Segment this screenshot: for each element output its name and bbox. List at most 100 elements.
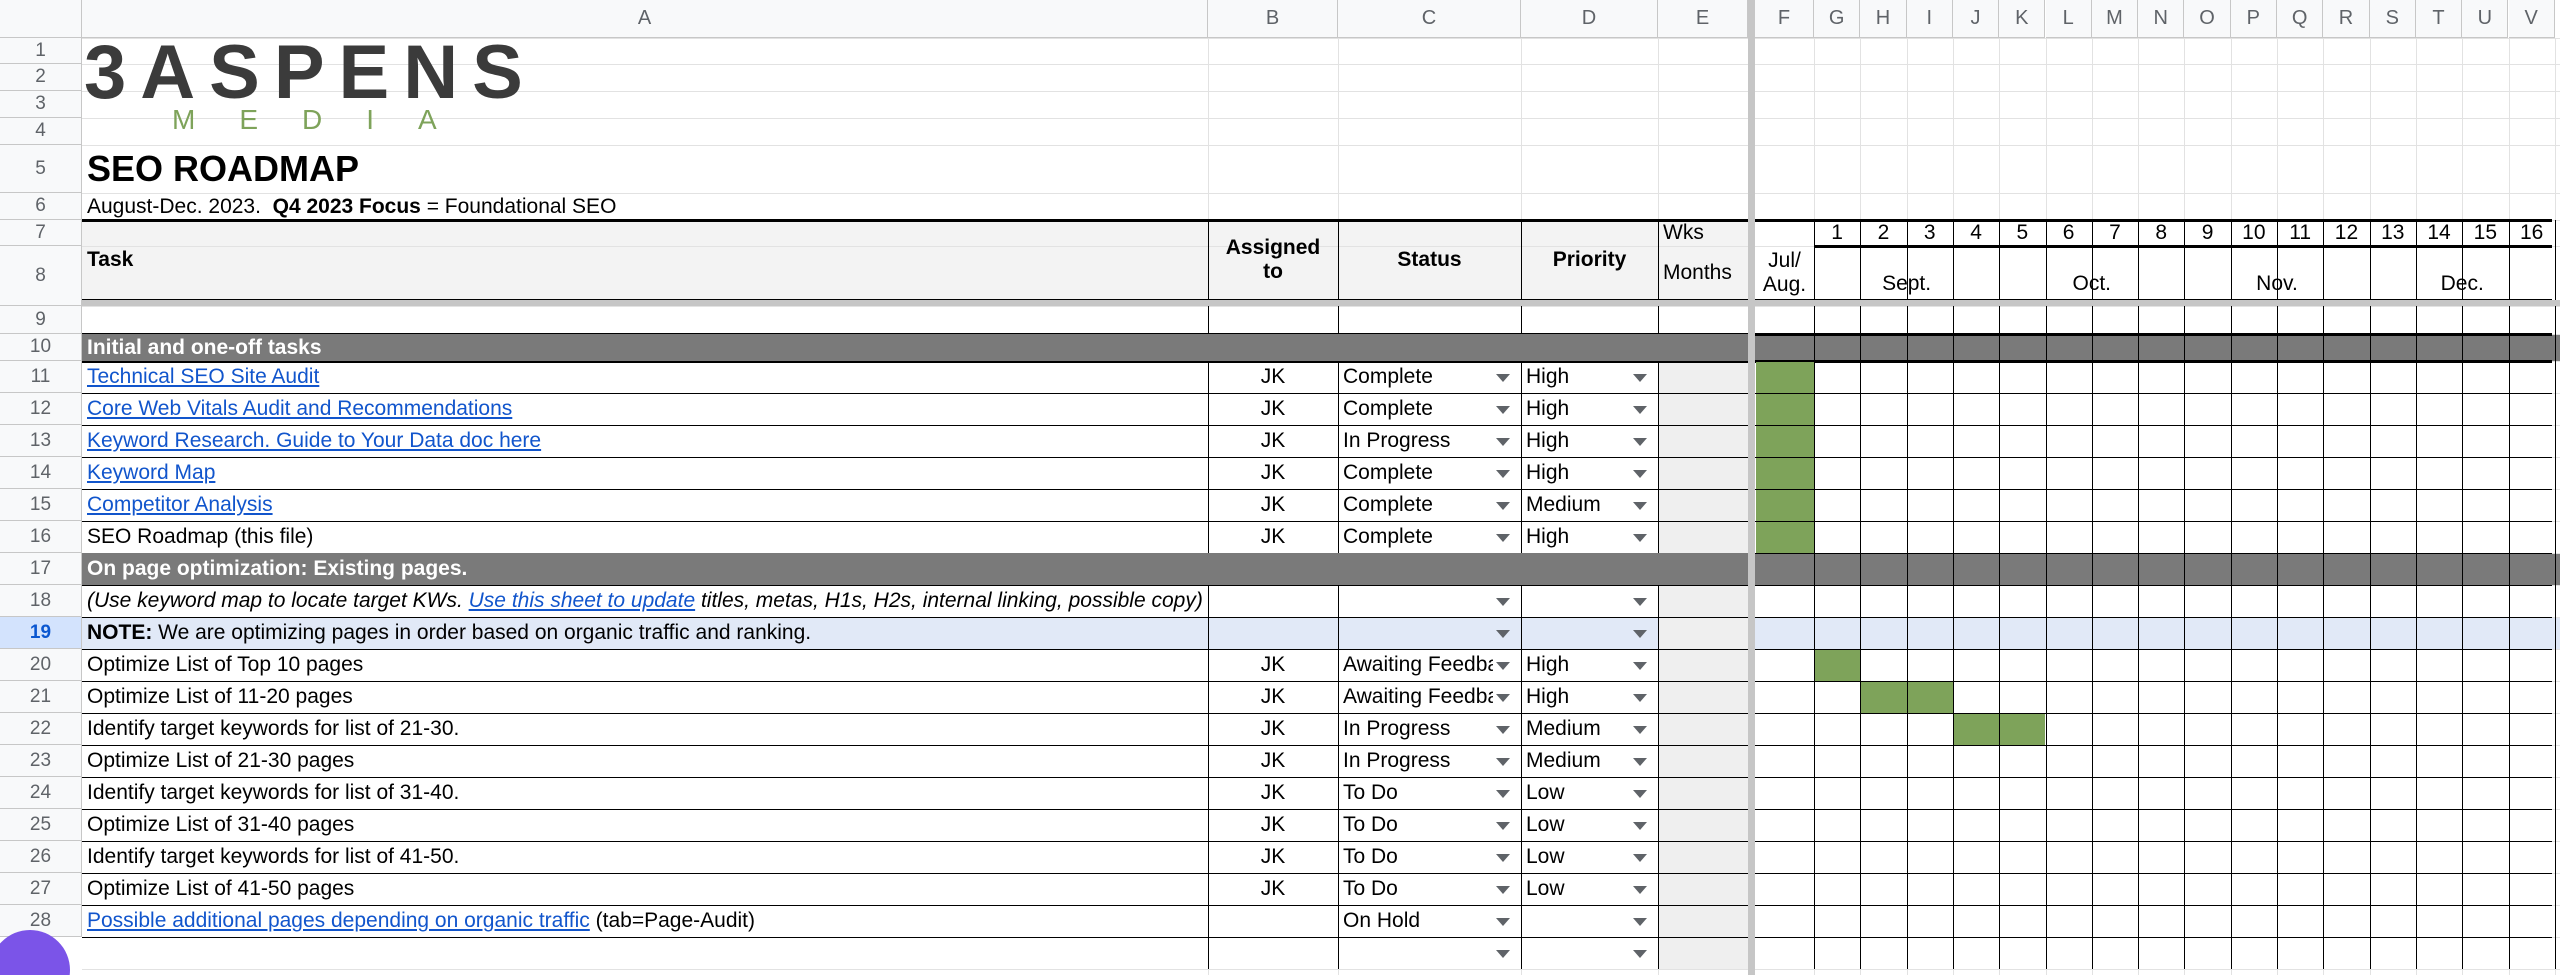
dropdown-arrow-icon[interactable]	[1633, 790, 1647, 798]
dropdown-arrow-icon[interactable]	[1496, 726, 1510, 734]
column-header-Q[interactable]: Q	[2277, 0, 2324, 38]
row-header-9[interactable]: 9	[0, 306, 82, 334]
column-header-E[interactable]: E	[1658, 0, 1748, 38]
status-cell[interactable]: In Progress	[1338, 713, 1493, 745]
row-header-27[interactable]: 27	[0, 873, 82, 905]
column-header-S[interactable]: S	[2369, 0, 2416, 38]
column-header-V[interactable]: V	[2508, 0, 2555, 38]
task-cell[interactable]: Technical SEO Site Audit	[82, 361, 1208, 393]
column-header-H[interactable]: H	[1860, 0, 1907, 38]
dropdown-arrow-icon[interactable]	[1496, 470, 1510, 478]
column-header-P[interactable]: P	[2230, 0, 2277, 38]
row-header-7[interactable]: 7	[0, 220, 82, 246]
row-header-1[interactable]: 1	[0, 38, 82, 64]
dropdown-arrow-icon[interactable]	[1496, 598, 1510, 606]
status-cell[interactable]: Complete	[1338, 361, 1521, 393]
column-header-U[interactable]: U	[2462, 0, 2509, 38]
status-cell[interactable]: Complete	[1338, 521, 1521, 553]
status-cell[interactable]: In Progress	[1338, 425, 1521, 457]
column-header-B[interactable]: B	[1208, 0, 1338, 38]
update-sheet-link[interactable]: Use this sheet to update	[469, 589, 695, 613]
column-header-M[interactable]: M	[2091, 0, 2139, 38]
dropdown-arrow-icon[interactable]	[1633, 534, 1647, 542]
column-header-C[interactable]: C	[1338, 0, 1521, 38]
row-header-6[interactable]: 6	[0, 193, 82, 220]
status-cell[interactable]: Complete	[1338, 489, 1521, 521]
frozen-column-divider[interactable]	[1748, 0, 1755, 975]
row-header-19[interactable]: 19	[0, 617, 82, 649]
row-header-22[interactable]: 22	[0, 713, 82, 745]
row-header-15[interactable]: 15	[0, 489, 82, 521]
task-cell[interactable]: Keyword Map	[82, 457, 1208, 489]
frozen-row-divider[interactable]	[0, 300, 2560, 306]
dropdown-arrow-icon[interactable]	[1496, 374, 1510, 382]
column-header-R[interactable]: R	[2323, 0, 2370, 38]
row-header-23[interactable]: 23	[0, 745, 82, 777]
row-header-5[interactable]: 5	[0, 145, 82, 193]
dropdown-arrow-icon[interactable]	[1496, 406, 1510, 414]
dropdown-arrow-icon[interactable]	[1633, 406, 1647, 414]
dropdown-arrow-icon[interactable]	[1633, 854, 1647, 862]
row-header-18[interactable]: 18	[0, 585, 82, 617]
row-header-16[interactable]: 16	[0, 521, 82, 553]
row-header-24[interactable]: 24	[0, 777, 82, 809]
select-all-corner[interactable]	[0, 0, 82, 38]
status-cell[interactable]: Complete	[1338, 457, 1521, 489]
column-header-I[interactable]: I	[1906, 0, 1953, 38]
row-header-2[interactable]: 2	[0, 64, 82, 91]
row-header-26[interactable]: 26	[0, 841, 82, 873]
dropdown-arrow-icon[interactable]	[1496, 950, 1510, 958]
row-header-12[interactable]: 12	[0, 393, 82, 425]
dropdown-arrow-icon[interactable]	[1496, 630, 1510, 638]
dropdown-arrow-icon[interactable]	[1496, 822, 1510, 830]
column-header-L[interactable]: L	[2045, 0, 2092, 38]
task-cell[interactable]: Keyword Research. Guide to Your Data doc…	[82, 425, 1208, 457]
row-header-14[interactable]: 14	[0, 457, 82, 489]
row-header-13[interactable]: 13	[0, 425, 82, 457]
row-header-25[interactable]: 25	[0, 809, 82, 841]
dropdown-arrow-icon[interactable]	[1633, 470, 1647, 478]
dropdown-arrow-icon[interactable]	[1633, 758, 1647, 766]
column-header-D[interactable]: D	[1521, 0, 1658, 38]
dropdown-arrow-icon[interactable]	[1633, 630, 1647, 638]
dropdown-arrow-icon[interactable]	[1633, 694, 1647, 702]
dropdown-arrow-icon[interactable]	[1633, 502, 1647, 510]
additional-pages-link[interactable]: Possible additional pages depending on o…	[87, 909, 590, 933]
dropdown-arrow-icon[interactable]	[1496, 918, 1510, 926]
dropdown-arrow-icon[interactable]	[1633, 886, 1647, 894]
status-cell[interactable]: In Progress	[1338, 745, 1493, 777]
dropdown-arrow-icon[interactable]	[1496, 502, 1510, 510]
status-cell[interactable]: To Do	[1338, 841, 1493, 873]
dropdown-arrow-icon[interactable]	[1633, 950, 1647, 958]
dropdown-arrow-icon[interactable]	[1633, 726, 1647, 734]
dropdown-arrow-icon[interactable]	[1496, 886, 1510, 894]
column-header-T[interactable]: T	[2415, 0, 2463, 38]
column-header-G[interactable]: G	[1814, 0, 1861, 38]
status-cell[interactable]: To Do	[1338, 809, 1493, 841]
dropdown-arrow-icon[interactable]	[1633, 374, 1647, 382]
status-cell[interactable]: Awaiting Feedback	[1338, 649, 1493, 681]
dropdown-arrow-icon[interactable]	[1496, 534, 1510, 542]
dropdown-arrow-icon[interactable]	[1633, 662, 1647, 670]
column-header-J[interactable]: J	[1952, 0, 2000, 38]
dropdown-arrow-icon[interactable]	[1633, 598, 1647, 606]
dropdown-arrow-icon[interactable]	[1496, 854, 1510, 862]
row-header-21[interactable]: 21	[0, 681, 82, 713]
dropdown-arrow-icon[interactable]	[1496, 790, 1510, 798]
dropdown-arrow-icon[interactable]	[1496, 758, 1510, 766]
dropdown-arrow-icon[interactable]	[1496, 662, 1510, 670]
column-header-N[interactable]: N	[2138, 0, 2185, 38]
task-cell[interactable]: Competitor Analysis	[82, 489, 1208, 521]
row-header-4[interactable]: 4	[0, 118, 82, 145]
dropdown-arrow-icon[interactable]	[1496, 438, 1510, 446]
status-cell[interactable]: Awaiting Feedback	[1338, 681, 1493, 713]
row-header-17[interactable]: 17	[0, 553, 82, 585]
column-header-F[interactable]: F	[1755, 0, 1814, 38]
row-header-3[interactable]: 3	[0, 91, 82, 118]
dropdown-arrow-icon[interactable]	[1496, 694, 1510, 702]
row-header-10[interactable]: 10	[0, 334, 82, 361]
status-cell[interactable]: To Do	[1338, 777, 1493, 809]
dropdown-arrow-icon[interactable]	[1633, 918, 1647, 926]
status-cell[interactable]: On Hold	[1338, 905, 1521, 937]
status-cell[interactable]: To Do	[1338, 873, 1493, 905]
